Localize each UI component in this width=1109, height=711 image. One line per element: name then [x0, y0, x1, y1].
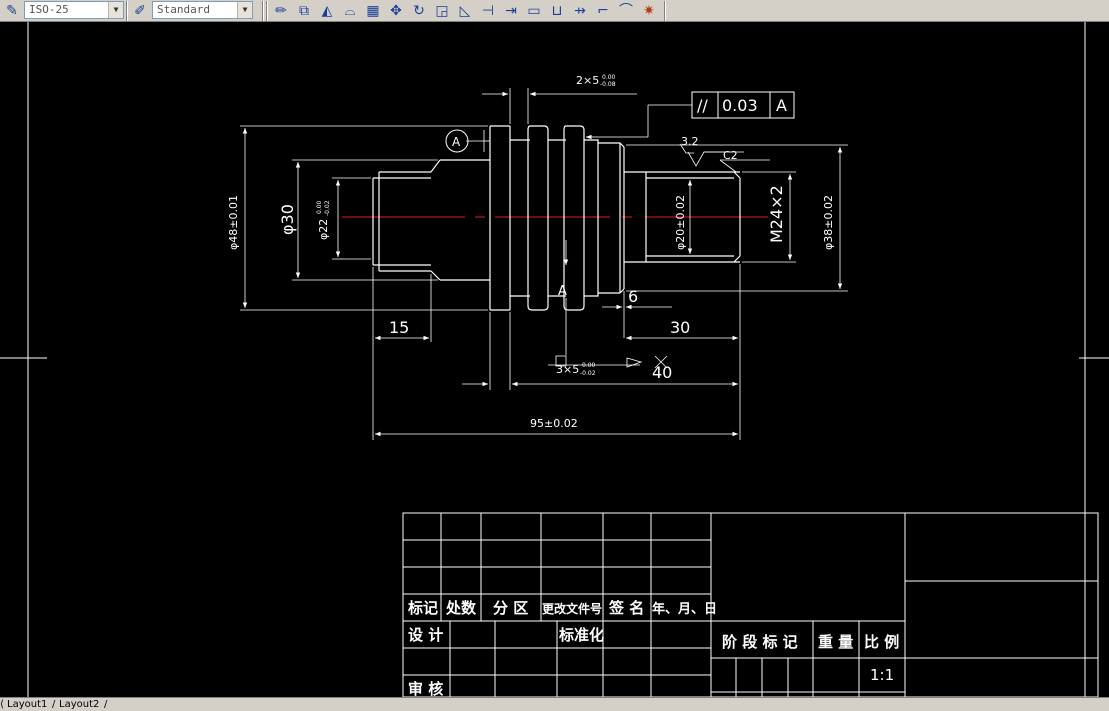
toolbar-separator	[126, 1, 128, 21]
tb-header-date: 年、月、日	[652, 601, 717, 617]
dimension-style-select[interactable]: ISO-25 ▼	[24, 1, 124, 19]
tab-separator: /	[52, 699, 56, 710]
tab-layout1[interactable]: Layout1	[7, 698, 47, 711]
drawing-canvas[interactable]: // 0.03 A A 2×5 0.00 -0.08 φ48±0.01 φ30 …	[0, 22, 1109, 697]
dia-22-tol-upper: 0.00	[316, 200, 323, 214]
len-15-text: 15	[389, 318, 409, 337]
dia-38-text: φ38±0.02	[822, 195, 835, 250]
text-style-icon[interactable]: ✐	[131, 2, 149, 20]
move-icon[interactable]: ✥	[387, 2, 405, 20]
tb-row-design: 设 计	[408, 626, 443, 644]
len-total-text: 95±0.02	[530, 417, 578, 430]
stretch-icon[interactable]: ◺	[456, 2, 474, 20]
toolbar-separator	[262, 1, 264, 21]
scale-icon[interactable]: ◲	[433, 2, 451, 20]
array-icon[interactable]: ▦	[364, 2, 382, 20]
dia-20-text: φ20±0.02	[674, 195, 687, 250]
tab-layout2[interactable]: Layout2	[59, 698, 99, 711]
rotate-icon[interactable]: ↻	[410, 2, 428, 20]
trim-icon[interactable]: ⊣	[479, 2, 497, 20]
tb-header-count: 处数	[445, 599, 477, 617]
tb-stage-mark: 阶 段 标 记	[722, 633, 798, 651]
len-6-text: 6	[628, 287, 638, 306]
dim-slot-tol-lower: -0.02	[580, 370, 596, 377]
chamfer-text: C2	[723, 149, 738, 162]
len-30-text: 30	[670, 318, 690, 337]
dim-groove-text: 2×5	[576, 74, 599, 87]
tab-separator: ⟨	[0, 699, 4, 710]
dia-48-text: φ48±0.01	[227, 195, 240, 250]
toolbar-separator	[664, 1, 666, 21]
fillet-icon[interactable]: ⌐	[594, 2, 612, 20]
chevron-down-icon[interactable]: ▼	[237, 2, 252, 18]
thread-text: M24×2	[767, 185, 786, 243]
text-style-value: Standard	[157, 3, 210, 16]
tb-header-zone: 分 区	[493, 599, 528, 617]
dim-groove-tol-upper: 0.00	[602, 74, 616, 81]
copy-icon[interactable]: ⧉	[295, 2, 313, 20]
dim-slot-text: 3×5	[556, 363, 579, 376]
tb-row-standard: 标准化	[558, 626, 604, 644]
dim-slot-tol-upper: 0.00	[582, 362, 596, 369]
datum-triangle-text: A	[558, 284, 567, 299]
tb-header-mark: 标记	[407, 599, 438, 617]
join-icon[interactable]: ⊔	[548, 2, 566, 20]
gdt-symbol: //	[697, 96, 708, 115]
len-40-text: 40	[652, 363, 672, 382]
offset-icon[interactable]: ⌓	[341, 2, 359, 20]
roughness-text: 3.2	[681, 135, 699, 148]
chamfer-icon[interactable]: ⇸	[571, 2, 589, 20]
dimension-style-icon[interactable]: ✎	[3, 2, 21, 20]
tb-header-sign: 签 名	[608, 599, 644, 617]
tb-row-review: 审 核	[408, 680, 443, 697]
gdt-datum: A	[776, 96, 787, 115]
tb-weight: 重 量	[818, 633, 853, 651]
dia-22-text: φ22	[317, 219, 330, 240]
dimension-style-value: ISO-25	[29, 3, 69, 16]
gdt-tolerance: 0.03	[722, 96, 758, 115]
fillet-arc-icon[interactable]: ⌒	[617, 2, 635, 20]
tb-scale-label: 比 例	[864, 633, 899, 651]
standard-toolbar: ✎ ISO-25 ▼ ✐ Standard ▼ ✏ ⧉ ◭ ⌓ ▦ ✥ ↻ ◲ …	[0, 0, 1109, 22]
erase-icon[interactable]: ✏	[272, 2, 290, 20]
explode-icon[interactable]: ✷	[640, 2, 658, 20]
dim-groove-tol-lower: -0.08	[600, 81, 616, 88]
layout-tabs: ⟨ Layout1 / Layout2 /	[0, 697, 1109, 711]
gdt-feature-control-frame: // 0.03 A	[691, 91, 795, 119]
break-icon[interactable]: ▭	[525, 2, 543, 20]
toolbar-separator	[266, 1, 268, 21]
text-style-select[interactable]: Standard ▼	[152, 1, 253, 19]
dia-30-text: φ30	[278, 204, 297, 235]
tb-scale-value: 1:1	[870, 666, 894, 684]
tab-separator: /	[104, 699, 108, 710]
dia-22-tol-lower: -0.02	[324, 200, 331, 216]
tb-header-docno: 更改文件号	[542, 601, 602, 616]
datum-circle-label: A	[452, 135, 461, 149]
extend-icon[interactable]: ⇥	[502, 2, 520, 20]
mirror-icon[interactable]: ◭	[318, 2, 336, 20]
chevron-down-icon[interactable]: ▼	[108, 2, 123, 18]
